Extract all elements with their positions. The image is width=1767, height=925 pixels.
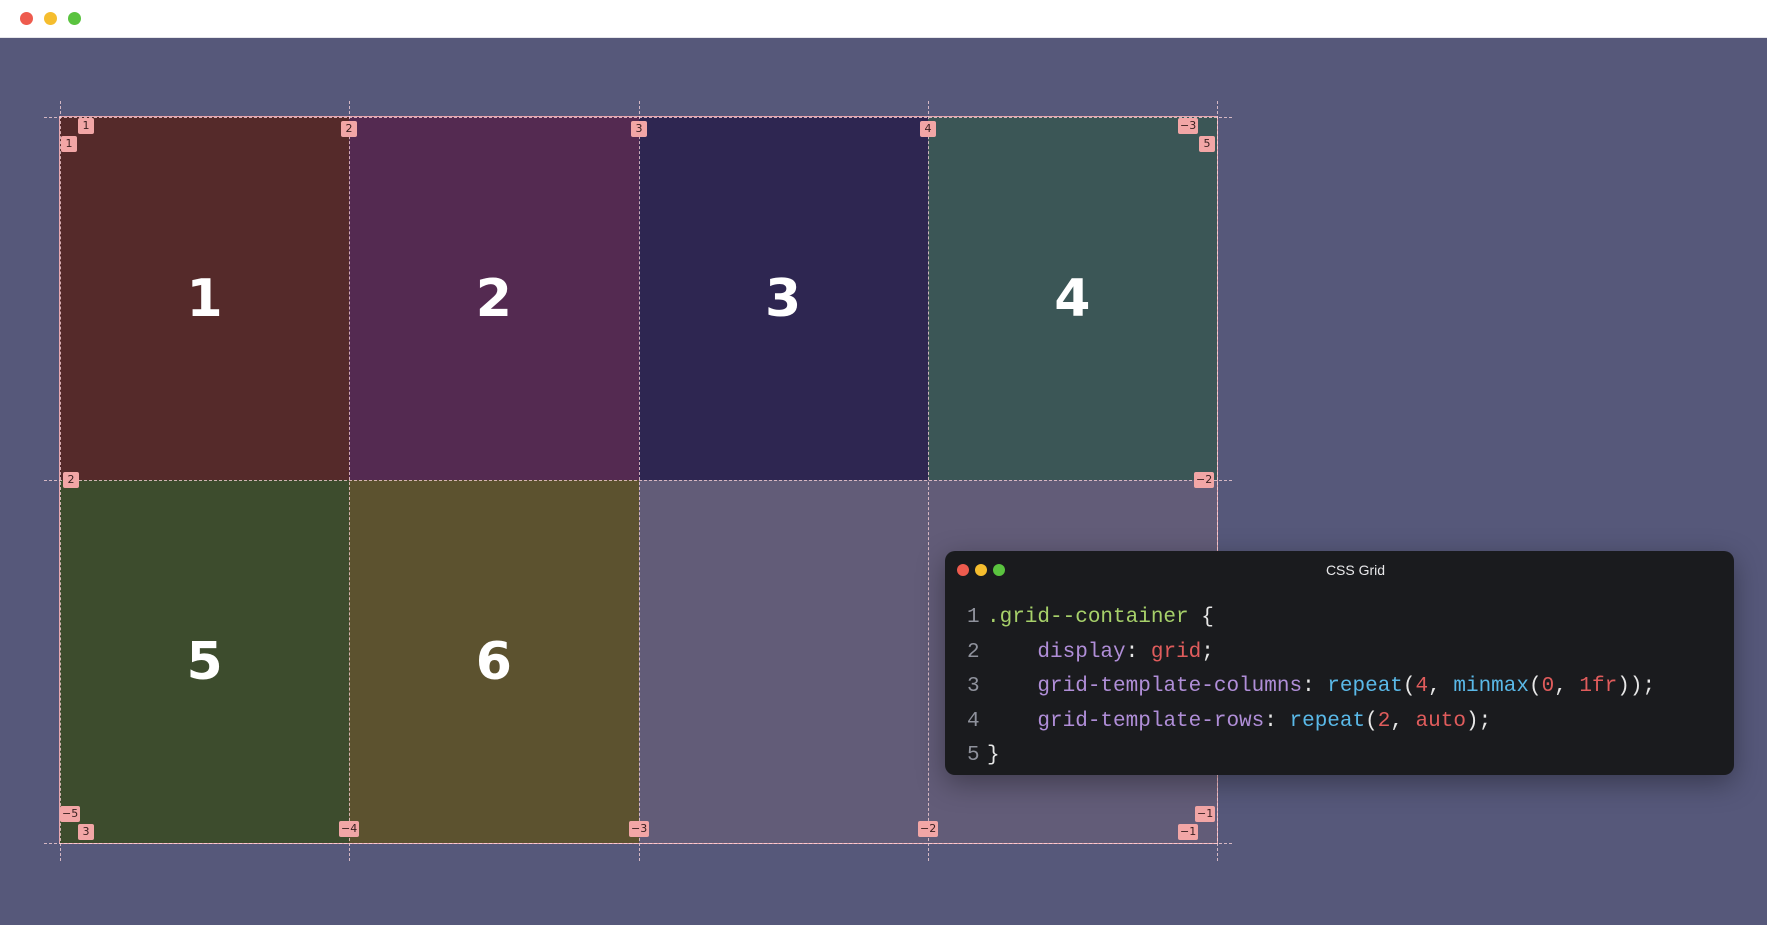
minimize-window-button[interactable] xyxy=(44,12,57,25)
row-line xyxy=(44,843,1232,844)
css-value: auto xyxy=(1415,709,1466,733)
grid-item-2: 2 xyxy=(349,117,639,480)
column-line-number: 4 xyxy=(920,121,936,137)
row-line-number: 3 xyxy=(78,824,94,840)
css-value: 1fr xyxy=(1579,675,1618,698)
row-line-number-negative: −1 xyxy=(1195,806,1216,822)
line-number: 5 xyxy=(967,744,980,767)
grid-item-label: 4 xyxy=(1054,268,1091,329)
code-block: 1 .grid--container { 2 display: grid; 3 g… xyxy=(967,601,1655,774)
grid-item-4: 4 xyxy=(927,117,1217,480)
grid-item-6: 6 xyxy=(349,480,639,843)
browser-window: 1 2 3 4 5 6 1 2 3 4 5 1 2 3 −3 −2 −1 −5 … xyxy=(0,0,1767,925)
grid-empty-cell xyxy=(638,480,928,843)
column-line-number-negative: −1 xyxy=(1178,824,1199,840)
css-function: repeat xyxy=(1327,675,1403,698)
grid-item-label: 6 xyxy=(475,631,512,692)
code-punctuation: } xyxy=(987,744,1000,767)
css-property: grid-template-columns xyxy=(1037,675,1303,698)
column-line-number: 2 xyxy=(341,121,357,137)
row-line-number-negative: −3 xyxy=(1178,118,1199,134)
code-panel: CSS Grid 1 .grid--container { 2 display: … xyxy=(945,551,1734,775)
row-line-number: 1 xyxy=(61,136,77,152)
close-window-button[interactable] xyxy=(20,12,33,25)
column-line-number: 1 xyxy=(78,118,94,134)
css-function: minmax xyxy=(1453,675,1529,698)
column-line-number-negative: −2 xyxy=(918,821,939,837)
code-punctuation: { xyxy=(1188,606,1214,629)
window-titlebar xyxy=(0,0,1767,38)
line-number: 1 xyxy=(967,606,980,629)
row-line-number-negative: −2 xyxy=(1194,472,1215,488)
zoom-window-button[interactable] xyxy=(68,12,81,25)
column-line-number: 5 xyxy=(1199,136,1215,152)
css-property: grid-template-rows xyxy=(1037,709,1265,733)
grid-item-3: 3 xyxy=(638,117,928,480)
grid-item-5: 5 xyxy=(60,480,350,843)
line-number: 3 xyxy=(967,675,980,698)
grid-item-1: 1 xyxy=(60,117,350,480)
css-value: grid xyxy=(1150,640,1202,664)
column-line-number-negative: −5 xyxy=(60,806,81,822)
css-function: repeat xyxy=(1289,709,1366,733)
line-number: 2 xyxy=(967,640,980,664)
column-line-number-negative: −4 xyxy=(339,821,360,837)
grid-item-label: 3 xyxy=(765,268,802,329)
line-number: 4 xyxy=(967,709,980,733)
grid-item-label: 5 xyxy=(186,631,223,692)
grid-item-label: 1 xyxy=(186,268,223,329)
column-line-number: 3 xyxy=(631,121,647,137)
column-line-number-negative: −3 xyxy=(629,821,650,837)
grid-inspector-stage: 1 2 3 4 5 6 1 2 3 4 5 1 2 3 −3 −2 −1 −5 … xyxy=(0,37,1767,925)
css-value: 0 xyxy=(1541,675,1555,698)
css-property: display xyxy=(1037,640,1126,664)
css-selector: .grid--container xyxy=(987,606,1189,629)
grid-item-label: 2 xyxy=(475,268,512,329)
css-value: 4 xyxy=(1415,675,1429,698)
row-line-number: 2 xyxy=(63,472,79,488)
panel-title: CSS Grid xyxy=(1325,562,1386,578)
css-value: 2 xyxy=(1377,709,1391,733)
